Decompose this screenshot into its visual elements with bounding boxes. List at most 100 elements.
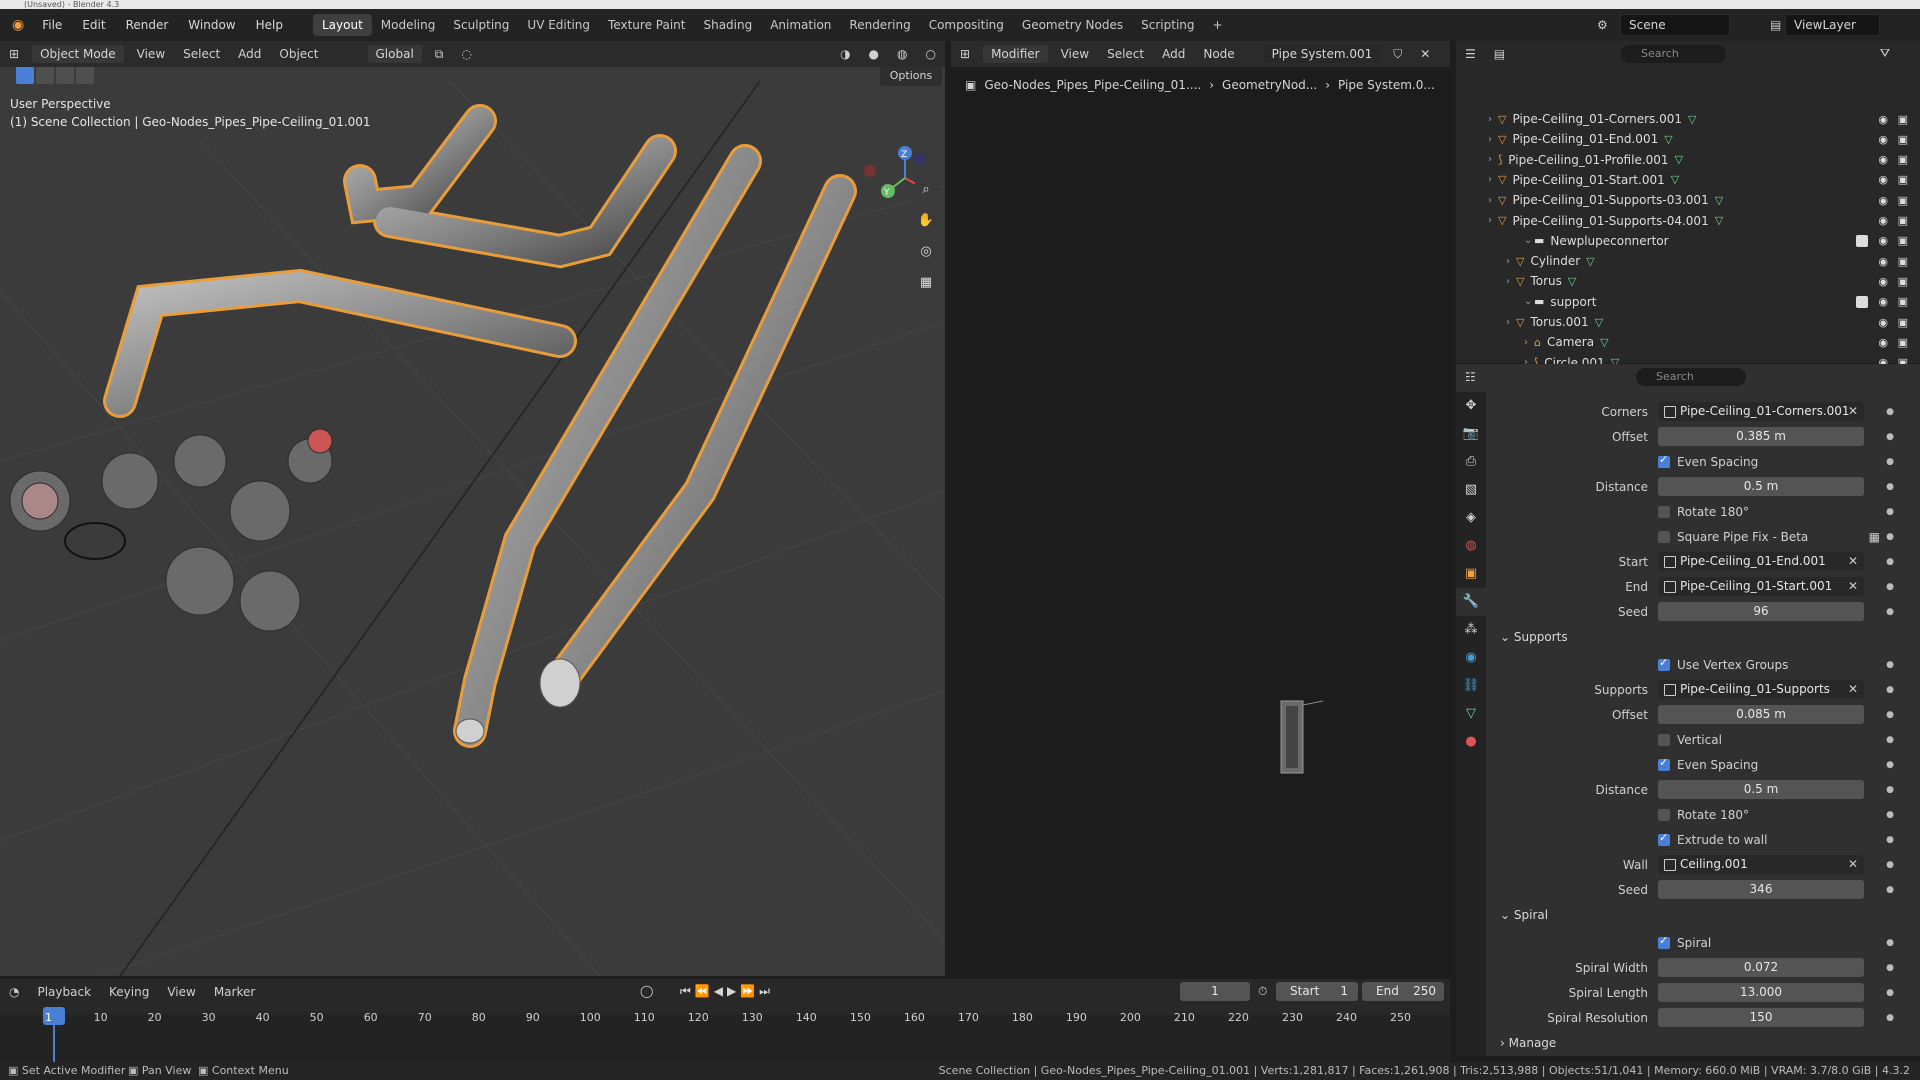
constraints-tab-icon[interactable]: ⛓ — [1456, 672, 1486, 700]
outliner-row[interactable]: › ▽ Pipe-Ceiling_01-End.001 ▽ ◉ ▣ — [1456, 129, 1920, 149]
even-spacing-checkbox[interactable]: Even Spacing — [1658, 453, 1758, 469]
keyframe-dot-icon[interactable]: ● — [1886, 607, 1894, 617]
outliner-row[interactable]: › ▽ Pipe-Ceiling_01-Supports-03.001 ▽ ◉ ▣ — [1456, 190, 1920, 210]
vertical-checkbox[interactable]: Vertical — [1658, 733, 1722, 747]
tab-animation[interactable]: Animation — [761, 14, 840, 36]
options-button[interactable]: Options — [880, 66, 942, 86]
overlay-icon[interactable]: ◑ — [831, 47, 859, 61]
use-vertex-groups-checkbox[interactable]: Use Vertex Groups — [1658, 656, 1788, 672]
viewport-menu-view[interactable]: View — [128, 47, 174, 61]
chevron-right-icon[interactable]: › — [1488, 195, 1498, 206]
outliner-item-name[interactable]: Torus — [1530, 274, 1561, 288]
outliner-item-name[interactable]: support — [1550, 295, 1596, 309]
visibility-eye-icon[interactable]: ◉ — [1878, 234, 1888, 247]
chevron-right-icon[interactable]: › — [1488, 174, 1498, 185]
select-mode-extend-icon[interactable] — [56, 66, 74, 84]
corners-object-field[interactable]: Pipe-Ceiling_01-Corners.001 ✕ — [1658, 402, 1864, 421]
breadcrumb-modifier[interactable]: GeometryNod... — [1222, 78, 1317, 92]
shading-solid-icon[interactable]: ● — [860, 47, 888, 61]
checkbox-icon[interactable] — [1658, 831, 1670, 846]
manage-panel-header[interactable]: › Manage — [1500, 1036, 1556, 1050]
world-tab-icon[interactable]: ◍ — [1456, 532, 1486, 560]
end-object-field[interactable]: Pipe-Ceiling_01-Start.001 ✕ — [1658, 577, 1864, 596]
outliner[interactable]: ☰ ▤ Search ⛛ › ▽ Pipe-Ceiling_01-Corners.0… — [1456, 41, 1920, 390]
chevron-right-icon[interactable]: › — [1488, 114, 1498, 125]
spiral-panel-header[interactable]: ⌄ Spiral — [1500, 908, 1548, 922]
node-menu-node[interactable]: Node — [1194, 47, 1243, 61]
object-tab-icon[interactable]: ▣ — [1456, 560, 1486, 588]
render-camera-icon[interactable]: ▣ — [1898, 133, 1908, 146]
spiral-resolution-field[interactable]: 150 — [1658, 1008, 1864, 1027]
outliner-row[interactable]: › ⟆ Pipe-Ceiling_01-Profile.001 ▽ ◉ ▣ — [1456, 150, 1920, 170]
keyframe-dot-icon[interactable]: ● — [1886, 482, 1894, 492]
keyframe-dot-icon[interactable]: ● — [1886, 457, 1894, 467]
fake-user-icon[interactable]: ⛉ — [1384, 47, 1411, 62]
chevron-down-icon[interactable]: ⌄ — [1524, 235, 1534, 246]
node-menu-add[interactable]: Add — [1153, 47, 1194, 61]
square-fix-checkbox[interactable]: Square Pipe Fix - Beta — [1658, 530, 1808, 544]
tool-tab-icon[interactable]: ✥ — [1456, 392, 1486, 420]
viewport-menu-object[interactable]: Object — [270, 47, 327, 61]
mesh-data-icon[interactable]: ▽ — [1595, 316, 1603, 329]
outliner-item-name[interactable]: Pipe-Ceiling_01-Corners.001 — [1512, 112, 1682, 126]
tab-geometry-nodes[interactable]: Geometry Nodes — [1013, 14, 1132, 36]
mesh-data-icon[interactable]: ▽ — [1568, 275, 1576, 288]
menu-file[interactable]: File — [32, 18, 72, 32]
node-socket-icon[interactable]: ▦ — [1869, 530, 1880, 544]
outliner-item-name[interactable]: Pipe-Ceiling_01-Supports-03.001 — [1512, 193, 1708, 207]
tab-layout[interactable]: Layout — [312, 14, 372, 36]
render-camera-icon[interactable]: ▣ — [1898, 275, 1908, 288]
tab-shading[interactable]: Shading — [694, 14, 761, 36]
mesh-data-icon[interactable]: ▽ — [1600, 336, 1608, 349]
mesh-data-icon[interactable]: ▽ — [1664, 133, 1672, 146]
outliner-row[interactable]: ⌄ ▬ Newplupeconnertor ◉ ▣ — [1456, 231, 1920, 251]
tab-rendering[interactable]: Rendering — [840, 14, 919, 36]
outliner-search[interactable]: Search — [1621, 45, 1726, 63]
node-editor[interactable] — [951, 41, 1450, 976]
rotate2-checkbox[interactable]: Rotate 180° — [1658, 808, 1749, 822]
close-icon[interactable]: ✕ — [1411, 47, 1439, 61]
render-tab-icon[interactable]: 📷 — [1456, 420, 1486, 448]
chevron-right-icon[interactable]: › — [1488, 215, 1498, 226]
supports-panel-header[interactable]: ⌄ Supports — [1500, 630, 1568, 644]
distance2-field[interactable]: 0.5 m — [1658, 780, 1864, 799]
seed2-field[interactable]: 346 — [1658, 880, 1864, 899]
viewport-menu-select[interactable]: Select — [174, 47, 229, 61]
visibility-eye-icon[interactable]: ◉ — [1878, 214, 1888, 227]
keyframe-dot-icon[interactable]: ● — [1886, 710, 1894, 720]
keyframe-dot-icon[interactable]: ● — [1886, 938, 1894, 948]
outliner-item-name[interactable]: Pipe-Ceiling_01-End.001 — [1512, 132, 1658, 146]
menu-edit[interactable]: Edit — [72, 18, 115, 32]
visibility-eye-icon[interactable]: ◉ — [1878, 173, 1888, 186]
supports-object-field[interactable]: Pipe-Ceiling_01-Supports ✕ — [1658, 680, 1864, 699]
seed-field[interactable]: 96 — [1658, 602, 1864, 621]
keyframe-dot-icon[interactable]: ● — [1886, 407, 1894, 417]
select-mode-new-icon[interactable] — [36, 66, 54, 84]
checkbox-icon[interactable] — [1658, 505, 1670, 518]
outliner-row[interactable]: › ▽ Cylinder ▽ ◉ ▣ — [1456, 251, 1920, 271]
clear-icon[interactable]: ✕ — [1848, 577, 1858, 596]
offset2-field[interactable]: 0.085 m — [1658, 705, 1864, 724]
extrude-checkbox[interactable]: Extrude to wall — [1658, 831, 1767, 847]
breadcrumb-object[interactable]: Geo-Nodes_Pipes_Pipe-Ceiling_01.... — [984, 78, 1201, 92]
tab-compositing[interactable]: Compositing — [920, 14, 1013, 36]
visibility-eye-icon[interactable]: ◉ — [1878, 194, 1888, 207]
offset-field[interactable]: 0.385 m — [1658, 427, 1864, 446]
checkbox-icon[interactable] — [1658, 656, 1670, 671]
keyframe-dot-icon[interactable]: ● — [1886, 988, 1894, 998]
modifier-tab-icon[interactable]: 🔧 — [1456, 588, 1486, 616]
keyframe-dot-icon[interactable]: ● — [1886, 735, 1894, 745]
blender-logo-icon[interactable]: ◉ — [0, 17, 32, 33]
tab-texture-paint[interactable]: Texture Paint — [599, 14, 694, 36]
clear-icon[interactable]: ✕ — [1848, 402, 1858, 421]
scene-tab-icon[interactable]: ◈ — [1456, 504, 1486, 532]
render-camera-icon[interactable]: ▣ — [1898, 113, 1908, 126]
render-camera-icon[interactable]: ▣ — [1898, 153, 1908, 166]
start-object-field[interactable]: Pipe-Ceiling_01-End.001 ✕ — [1658, 552, 1864, 571]
outliner-item-name[interactable]: Pipe-Ceiling_01-Profile.001 — [1508, 153, 1668, 167]
proportional-icon[interactable]: ◌ — [452, 47, 480, 61]
mesh-data-icon[interactable]: ▽ — [1715, 194, 1723, 207]
keyframe-dot-icon[interactable]: ● — [1886, 1013, 1894, 1023]
chevron-right-icon[interactable]: › — [1524, 337, 1534, 348]
even-spacing2-checkbox[interactable]: Even Spacing — [1658, 756, 1758, 772]
